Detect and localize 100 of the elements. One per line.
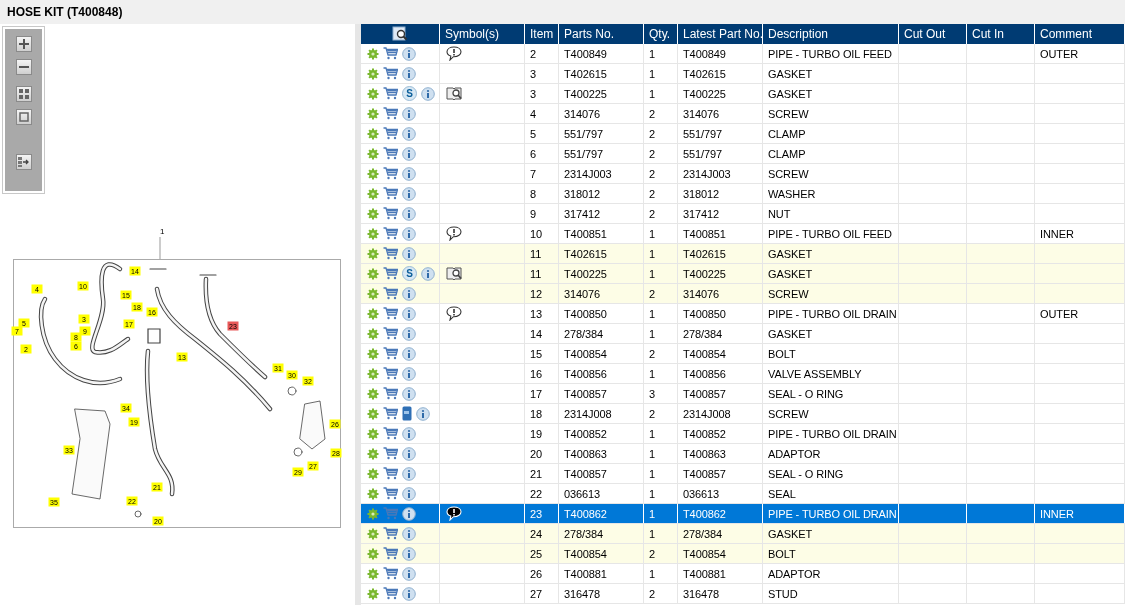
info-icon[interactable] (402, 586, 416, 601)
table-row[interactable]: 2 T400849 1 T400849 PIPE - TURBO OIL FEED OUTER (361, 44, 1125, 64)
table-row[interactable]: 26 T400881 1 T400881 ADAPTOR (361, 564, 1125, 584)
cart-icon[interactable] (383, 167, 398, 180)
table-row[interactable]: 9 317412 2 317412 NUT (361, 204, 1125, 224)
gear-icon[interactable] (367, 47, 379, 60)
cart-icon[interactable] (383, 307, 398, 320)
gear-icon[interactable] (367, 567, 379, 580)
cart-icon[interactable] (383, 347, 398, 360)
info-icon[interactable] (421, 266, 435, 281)
status-badge[interactable]: S (402, 86, 417, 101)
zoom-in-button[interactable] (15, 36, 32, 52)
info-icon[interactable] (402, 106, 416, 121)
gear-icon[interactable] (367, 167, 379, 180)
info-icon[interactable] (402, 506, 416, 521)
table-row[interactable]: 23 T400862 1 T400862 PIPE - TURBO OIL DRAIN INNER (361, 504, 1125, 524)
cart-icon[interactable] (383, 587, 398, 600)
fit-view-button[interactable] (15, 109, 32, 125)
table-row[interactable]: 5 551/797 2 551/797 CLAMP (361, 124, 1125, 144)
info-icon[interactable] (402, 526, 416, 541)
cart-icon[interactable] (383, 327, 398, 340)
book-icon[interactable] (402, 406, 412, 421)
table-row[interactable]: 18 2314J008 2 2314J008 SCREW (361, 404, 1125, 424)
gear-icon[interactable] (367, 387, 379, 400)
info-icon[interactable] (402, 46, 416, 61)
table-row[interactable]: 24 278/384 1 278/384 GASKET (361, 524, 1125, 544)
gear-icon[interactable] (367, 207, 379, 220)
info-icon[interactable] (421, 86, 435, 101)
table-row[interactable]: 13 T400850 1 T400850 PIPE - TURBO OIL DRAIN OUTER (361, 304, 1125, 324)
cart-icon[interactable] (383, 527, 398, 540)
info-icon[interactable] (402, 306, 416, 321)
gear-icon[interactable] (367, 547, 379, 560)
search-list-icon[interactable] (392, 26, 408, 42)
info-icon[interactable] (402, 146, 416, 161)
table-row[interactable]: 14 278/384 1 278/384 GASKET (361, 324, 1125, 344)
table-row[interactable]: 7 2314J003 2 2314J003 SCREW (361, 164, 1125, 184)
info-icon[interactable] (402, 486, 416, 501)
cart-icon[interactable] (383, 127, 398, 140)
gear-icon[interactable] (367, 527, 379, 540)
table-row[interactable]: 3 T402615 1 T402615 GASKET (361, 64, 1125, 84)
cart-icon[interactable] (383, 247, 398, 260)
gear-icon[interactable] (367, 307, 379, 320)
gear-icon[interactable] (367, 147, 379, 160)
cart-icon[interactable] (383, 547, 398, 560)
info-icon[interactable] (416, 406, 430, 421)
table-row[interactable]: 21 T400857 1 T400857 SEAL - O RING (361, 464, 1125, 484)
info-icon[interactable] (402, 446, 416, 461)
tile-view-button[interactable] (15, 86, 32, 102)
gear-icon[interactable] (367, 487, 379, 500)
info-icon[interactable] (402, 566, 416, 581)
table-row[interactable]: 25 T400854 2 T400854 BOLT (361, 544, 1125, 564)
info-icon[interactable] (402, 326, 416, 341)
gear-icon[interactable] (367, 347, 379, 360)
info-icon[interactable] (402, 126, 416, 141)
table-row[interactable]: 11 T402615 1 T402615 GASKET (361, 244, 1125, 264)
gear-icon[interactable] (367, 367, 379, 380)
table-row[interactable]: 17 T400857 3 T400857 SEAL - O RING (361, 384, 1125, 404)
info-icon[interactable] (402, 346, 416, 361)
table-row[interactable]: 4 314076 2 314076 SCREW (361, 104, 1125, 124)
info-icon[interactable] (402, 66, 416, 81)
gear-icon[interactable] (367, 267, 379, 280)
info-icon[interactable] (402, 546, 416, 561)
gear-icon[interactable] (367, 107, 379, 120)
gear-icon[interactable] (367, 587, 379, 600)
gear-icon[interactable] (367, 507, 379, 520)
table-row[interactable]: 15 T400854 2 T400854 BOLT (361, 344, 1125, 364)
gear-icon[interactable] (367, 227, 379, 240)
table-row[interactable]: 16 T400856 1 T400856 VALVE ASSEMBLY (361, 364, 1125, 384)
gear-icon[interactable] (367, 327, 379, 340)
cart-icon[interactable] (383, 187, 398, 200)
gear-icon[interactable] (367, 187, 379, 200)
table-row[interactable]: 10 T400851 1 T400851 PIPE - TURBO OIL FEED INNER (361, 224, 1125, 244)
cart-icon[interactable] (383, 207, 398, 220)
gear-icon[interactable] (367, 247, 379, 260)
cart-icon[interactable] (383, 267, 398, 280)
info-icon[interactable] (402, 386, 416, 401)
info-icon[interactable] (402, 186, 416, 201)
table-row[interactable]: 22 036613 1 036613 SEAL (361, 484, 1125, 504)
table-row[interactable]: 6 551/797 2 551/797 CLAMP (361, 144, 1125, 164)
cart-icon[interactable] (383, 87, 398, 100)
table-row[interactable]: 8 318012 2 318012 WASHER (361, 184, 1125, 204)
gear-icon[interactable] (367, 67, 379, 80)
cart-icon[interactable] (383, 367, 398, 380)
info-icon[interactable] (402, 246, 416, 261)
table-row[interactable]: 19 T400852 1 T400852 PIPE - TURBO OIL DRAIN (361, 424, 1125, 444)
cart-icon[interactable] (383, 427, 398, 440)
gear-icon[interactable] (367, 287, 379, 300)
table-row[interactable]: 12 314076 2 314076 SCREW (361, 284, 1125, 304)
gear-icon[interactable] (367, 87, 379, 100)
table-row[interactable]: S 3 T400225 1 T400225 GASKET (361, 84, 1125, 104)
gear-icon[interactable] (367, 447, 379, 460)
table-row[interactable]: S 11 T400225 1 T400225 GASKET (361, 264, 1125, 284)
cart-icon[interactable] (383, 67, 398, 80)
cart-icon[interactable] (383, 567, 398, 580)
info-icon[interactable] (402, 226, 416, 241)
cart-icon[interactable] (383, 407, 398, 420)
cart-icon[interactable] (383, 487, 398, 500)
cart-icon[interactable] (383, 107, 398, 120)
cart-icon[interactable] (383, 447, 398, 460)
info-icon[interactable] (402, 206, 416, 221)
